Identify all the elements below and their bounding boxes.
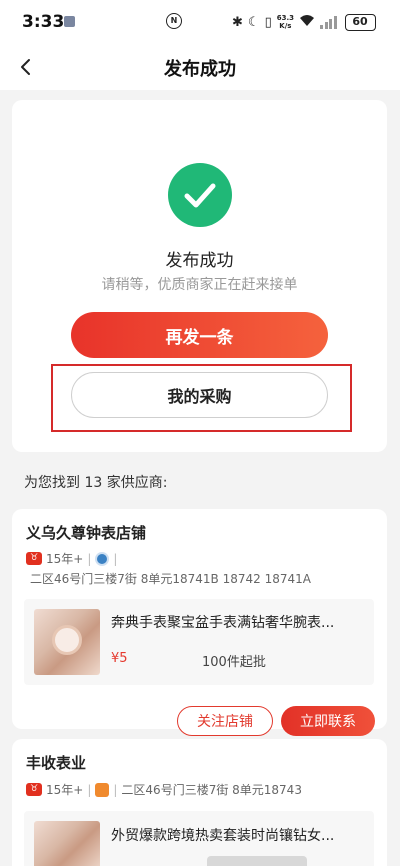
product-price: ¥5: [111, 651, 128, 666]
divider: |: [87, 782, 92, 797]
product-item[interactable]: 外贸爆款跨境热卖套装时尚镶钻女...: [24, 811, 374, 866]
status-time: 3:33: [22, 12, 65, 32]
supplier-card[interactable]: 丰收表业 ♉ 15年+ | | 二区46号门三楼7街 8单元18743 外贸爆款…: [12, 739, 387, 866]
speed-unit: K/s: [279, 22, 292, 30]
divider: |: [113, 551, 118, 566]
product-item[interactable]: 奔典手表聚宝盆手表满钻奢华腕表... ¥5 100件起批: [24, 599, 374, 685]
success-subtitle: 请稍等，优质商家正在赶来接单: [101, 277, 298, 293]
supplier-years: 15年+: [46, 552, 84, 566]
bull-icon: ♉: [26, 783, 42, 796]
product-image: [34, 609, 100, 675]
medal-icon: [95, 551, 110, 566]
product-title: 外贸爆款跨境热卖套装时尚镶钻女...: [111, 828, 335, 844]
notification-icon: [64, 16, 75, 27]
product-title: 奔典手表聚宝盆手表满钻奢华腕表...: [111, 615, 335, 631]
status-bar: 3:33 N ✱ ☾ ▯ 63.3 K/s 60: [0, 0, 400, 44]
bluetooth-icon: ✱: [232, 14, 243, 30]
success-card: 发布成功 请稍等，优质商家正在赶来接单 再发一条 我的采购: [12, 100, 387, 452]
battery-icon: 60: [344, 13, 376, 31]
repost-button[interactable]: 再发一条: [71, 312, 328, 358]
moon-icon: ☾: [247, 14, 260, 30]
supplier-name: 丰收表业: [26, 754, 87, 772]
signal-icon: [320, 15, 337, 29]
page-title: 发布成功: [164, 59, 236, 80]
watch-face-icon: [52, 625, 82, 655]
status-icons: ✱ ☾ ▯ 63.3 K/s 60: [232, 12, 376, 32]
supplier-address: 二区46号门三楼7街 8单元18741B 18742 18741A: [30, 572, 311, 586]
supplier-name: 义乌久尊钟表店铺: [26, 524, 147, 542]
supplier-card[interactable]: 义乌久尊钟表店铺 ♉ 15年+ | | 二区46号门三楼7街 8单元18741B…: [12, 509, 387, 736]
wifi-icon: [299, 14, 315, 31]
network-speed: 63.3 K/s: [277, 14, 294, 30]
contact-now-button[interactable]: 立即联系: [281, 706, 375, 736]
nfc-icon: N: [166, 13, 182, 29]
product-image: [34, 821, 100, 866]
divider: |: [87, 551, 92, 566]
my-purchases-button[interactable]: 我的采购: [71, 372, 328, 418]
supplier-address: 二区46号门三楼7街 8单元18743: [121, 783, 302, 797]
follow-shop-button[interactable]: 关注店铺: [177, 706, 273, 736]
supplier-meta: ♉ 15年+ | | 二区46号门三楼7街 8单元18743: [26, 781, 302, 798]
supplier-meta: ♉ 15年+ | |: [26, 550, 117, 567]
divider: |: [113, 782, 118, 797]
success-title: 发布成功: [165, 251, 234, 271]
check-circle-icon: [168, 163, 232, 227]
home-indicator: [207, 856, 307, 866]
shop-icon: [95, 782, 110, 797]
product-moq: 100件起批: [202, 655, 266, 670]
found-suppliers-text: 为您找到 13 家供应商:: [24, 475, 168, 491]
nav-bar: 发布成功: [0, 44, 400, 90]
bull-icon: ♉: [26, 552, 42, 565]
supplier-years: 15年+: [46, 783, 84, 797]
speed-value: 63.3: [276, 14, 294, 22]
vibrate-icon: ▯: [264, 14, 272, 30]
